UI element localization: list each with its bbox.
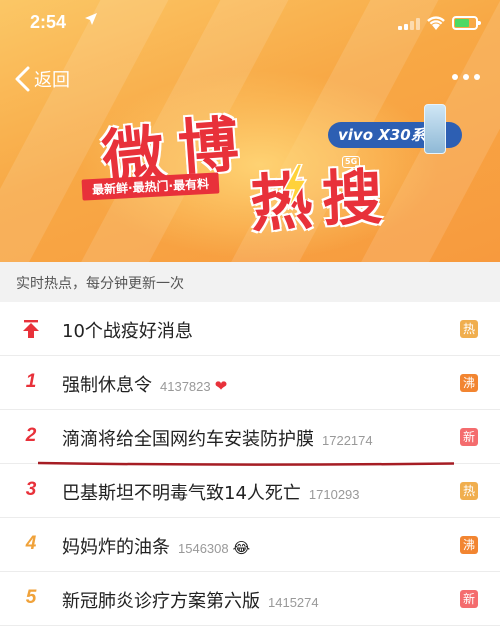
hot-search-item[interactable]: 4 妈妈炸的油条 1546308 😂 沸	[0, 518, 500, 572]
phone-image	[424, 104, 446, 154]
status-time: 2:54	[30, 12, 67, 32]
hot-search-item[interactable]: 10个战疫好消息 热	[0, 302, 500, 356]
boiling-badge: 沸	[460, 374, 478, 392]
item-rank: 5	[25, 587, 37, 608]
5g-tag: 5G	[342, 155, 361, 168]
more-options-button[interactable]	[452, 72, 482, 82]
new-badge: 新	[460, 428, 478, 446]
item-title-text: 强制休息令	[62, 375, 152, 396]
item-title-text: 滴滴将给全国网约车安装防护膜	[62, 429, 314, 450]
new-badge: 新	[460, 590, 478, 608]
item-count: 4137823	[160, 379, 211, 394]
status-bar: 2:54	[0, 0, 500, 40]
banner-slogan: 最新鲜·最热门·最有料	[81, 172, 220, 201]
item-title: 滴滴将给全国网约车安装防护膜 1722174	[62, 425, 373, 451]
weibo-hot-search-logo: 微 博 热 搜 vivo X30系列5G 最新鲜·最热门·最有料	[81, 96, 462, 256]
item-rank: 4	[25, 533, 37, 554]
battery-icon	[452, 16, 481, 30]
hot-badge: 热	[460, 320, 478, 338]
item-count: 1415274	[268, 595, 319, 610]
item-title: 巴基斯坦不明毒气致14人死亡 1710293	[62, 479, 360, 505]
chevron-left-icon	[15, 66, 30, 92]
pin-top-icon	[23, 320, 39, 338]
item-rank: 1	[25, 371, 37, 392]
item-title-text: 新冠肺炎诊疗方案第六版	[62, 591, 260, 612]
subheader-text: 实时热点，每分钟更新一次	[16, 276, 184, 292]
item-title-text: 10个战疫好消息	[62, 321, 193, 342]
location-arrow-icon	[85, 13, 97, 25]
laughing-emoji-icon: 😂	[232, 539, 251, 557]
item-count: 1710293	[308, 487, 360, 502]
hot-search-item[interactable]: 2 滴滴将给全国网约车安装防护膜 1722174 新	[0, 410, 500, 464]
boiling-badge: 沸	[460, 536, 478, 554]
item-title-text: 巴基斯坦不明毒气致14人死亡	[62, 483, 301, 504]
item-title: 10个战疫好消息	[62, 317, 193, 343]
underline-annotation	[38, 461, 454, 466]
lightning-icon	[282, 164, 308, 210]
item-title: 新冠肺炎诊疗方案第六版 1415274	[62, 587, 319, 613]
back-button[interactable]: 返回	[12, 62, 70, 96]
hot-search-item[interactable]: 3 巴基斯坦不明毒气致14人死亡 1710293 热	[0, 464, 500, 518]
item-rank: 3	[25, 479, 37, 500]
cellular-signal-icon	[398, 18, 420, 30]
item-count: 1722174	[322, 433, 373, 448]
back-label: 返回	[34, 70, 70, 91]
item-rank: 2	[25, 425, 37, 446]
item-title: 妈妈炸的油条 1546308 😂	[62, 533, 250, 559]
list-subheader: 实时热点，每分钟更新一次	[0, 262, 500, 302]
hot-search-item[interactable]: 1 强制休息令 4137823 ❤ 沸	[0, 356, 500, 410]
item-title-text: 妈妈炸的油条	[62, 537, 170, 558]
wifi-icon	[427, 16, 445, 30]
hot-badge: 热	[460, 482, 478, 500]
item-title: 强制休息令 4137823 ❤	[62, 371, 227, 397]
hot-search-item[interactable]: 5 新冠肺炎诊疗方案第六版 1415274 新	[0, 572, 500, 626]
heart-emoji-icon: ❤	[214, 377, 228, 395]
item-count: 1546308	[178, 541, 229, 556]
